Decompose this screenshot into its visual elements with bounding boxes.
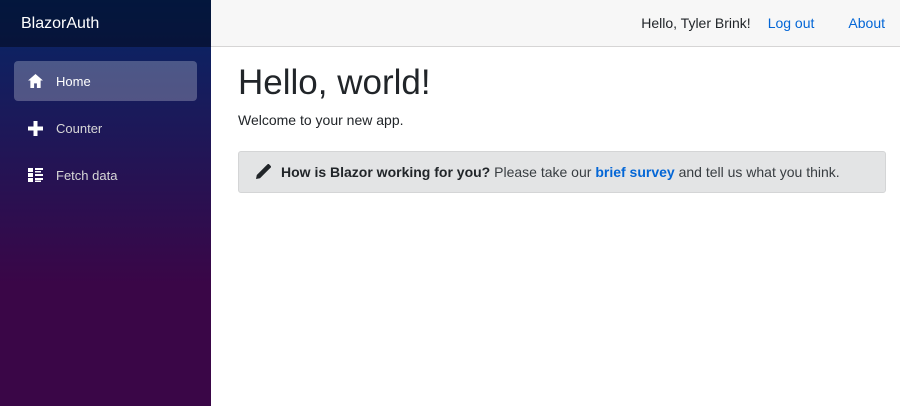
survey-suffix: and tell us what you think. (678, 163, 840, 180)
sidebar-item-label: Fetch data (56, 167, 118, 183)
survey-prompt: How is Blazor working for you? Please ta… (238, 150, 886, 193)
main-content: Hello, world! Welcome to your new app. H… (238, 47, 886, 193)
about-link[interactable]: About (848, 15, 885, 31)
sidebar-item-counter[interactable]: Counter (14, 108, 197, 148)
pencil-icon (256, 164, 271, 179)
sidebar-item-fetch-data[interactable]: Fetch data (14, 155, 197, 195)
list-rich-icon (27, 167, 43, 183)
plus-icon (27, 120, 43, 136)
brand-link[interactable]: BlazorAuth (21, 15, 99, 33)
sidebar-item-label: Home (56, 73, 91, 89)
sidebar: BlazorAuth Home Counter Fetch data (0, 0, 211, 406)
sidebar-nav: Home Counter Fetch data (0, 47, 211, 195)
survey-prefix: Please take our (494, 163, 592, 180)
welcome-text: Welcome to your new app. (238, 111, 404, 128)
brand-bar: BlazorAuth (0, 0, 211, 47)
sidebar-item-label: Counter (56, 120, 103, 136)
logout-link[interactable]: Log out (768, 15, 815, 31)
home-icon (27, 73, 43, 89)
brief-survey-link[interactable]: brief survey (595, 164, 674, 180)
top-bar: Hello, Tyler Brink! Log out About (211, 0, 900, 47)
user-greeting: Hello, Tyler Brink! (641, 15, 751, 31)
sidebar-item-home[interactable]: Home (14, 61, 197, 101)
page-title: Hello, world! (238, 63, 431, 102)
survey-question: How is Blazor working for you? (281, 163, 491, 180)
